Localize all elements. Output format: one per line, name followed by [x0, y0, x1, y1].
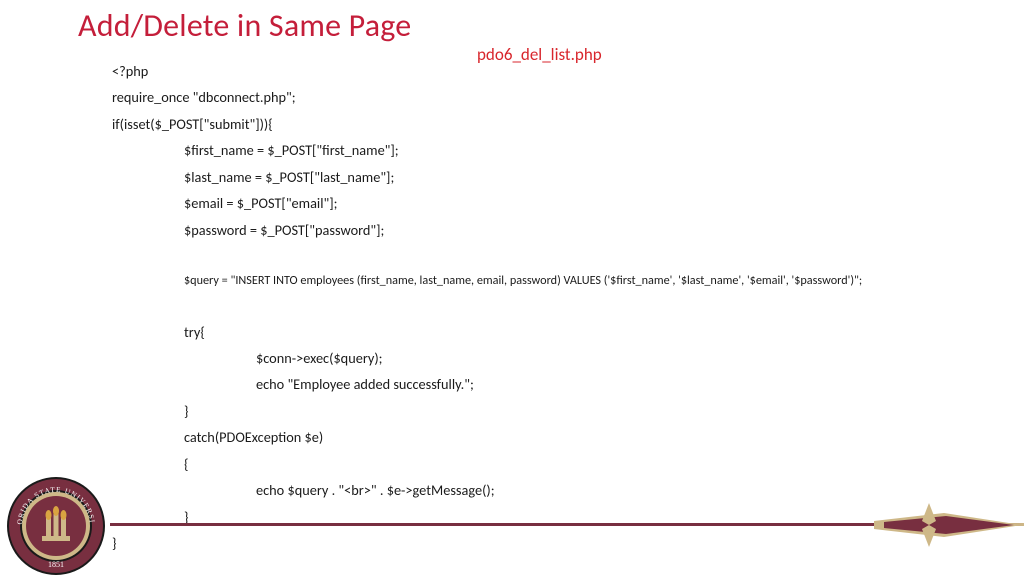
code-line: $password = $_POST["password"];: [112, 217, 1004, 243]
spear-icon: [874, 503, 1024, 547]
university-seal-icon: FLORIDA STATE UNIVERSITY 1851: [6, 476, 106, 576]
code-line: $last_name = $_POST["last_name"];: [112, 164, 1004, 190]
code-line: $query = "INSERT INTO employees (first_n…: [112, 270, 1004, 293]
slide-title: Add/Delete in Same Page: [78, 6, 411, 45]
code-line: echo $query . "<br>" . $e->getMessage();: [112, 477, 1004, 503]
code-line: {: [112, 451, 1004, 477]
code-line: $email = $_POST["email"];: [112, 190, 1004, 216]
code-line: }: [112, 504, 1004, 530]
code-line: [112, 243, 1004, 269]
code-block: <?php require_once "dbconnect.php"; if(i…: [112, 58, 1004, 556]
code-line: try{: [112, 319, 1004, 345]
code-line: <?php: [112, 58, 1004, 84]
code-line: require_once "dbconnect.php";: [112, 84, 1004, 110]
code-line: }: [112, 398, 1004, 424]
code-line: [112, 292, 1004, 318]
code-line: echo "Employee added successfully.";: [112, 371, 1004, 397]
code-line: if(isset($_POST["submit"])){: [112, 111, 1004, 137]
code-line: $first_name = $_POST["first_name"];: [112, 137, 1004, 163]
svg-text:1851: 1851: [48, 560, 64, 569]
code-line: $conn->exec($query);: [112, 345, 1004, 371]
code-line: catch(PDOException $e): [112, 424, 1004, 450]
code-line: }: [112, 530, 1004, 556]
